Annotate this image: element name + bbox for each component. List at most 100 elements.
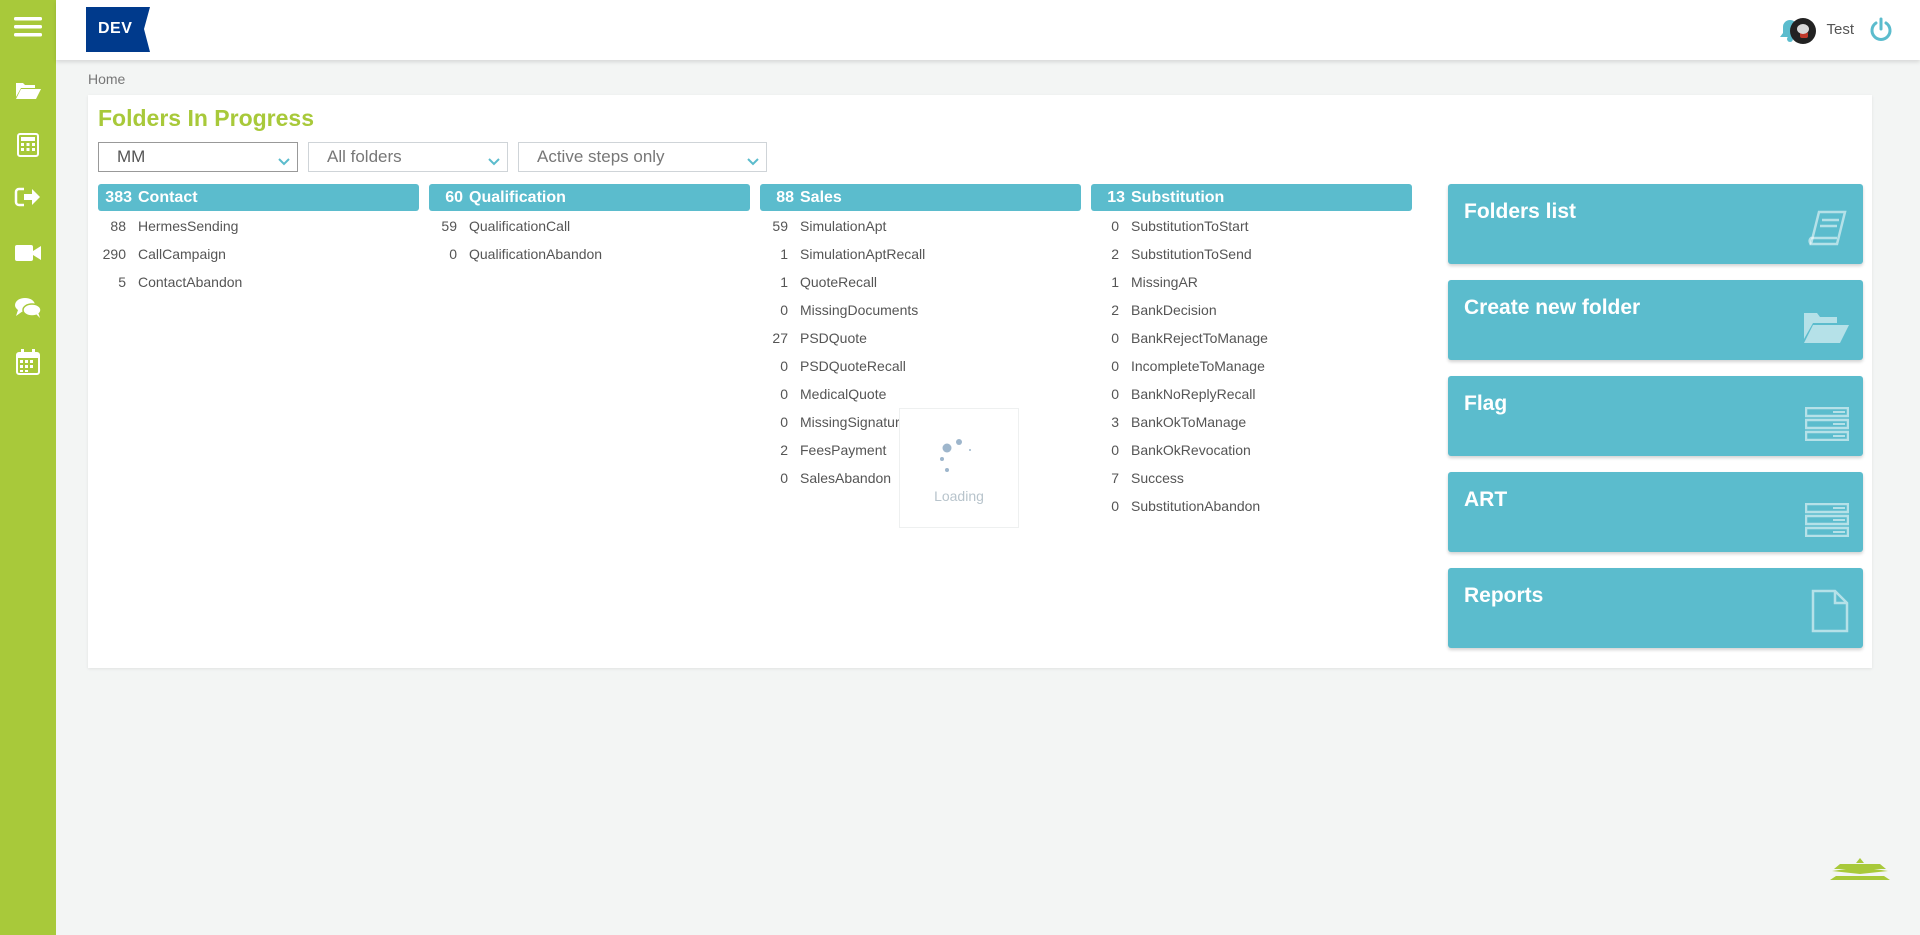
- step-row[interactable]: 27 PSDQuote: [760, 324, 1081, 352]
- agent-select[interactable]: MM: [98, 142, 298, 172]
- column-substitution: 13 Substitution 0 SubstitutionToStart 2 Su…: [1091, 184, 1412, 520]
- sign-out-icon[interactable]: [12, 181, 44, 213]
- step-count: 0: [780, 358, 788, 374]
- step-label: SalesAbandon: [800, 470, 892, 486]
- agent-select-value: MM: [117, 147, 146, 166]
- server-icon: [1804, 502, 1850, 542]
- step-label: BankDecision: [1131, 302, 1217, 318]
- step-count: 27: [772, 330, 788, 346]
- step-label: IncompleteToManage: [1131, 358, 1265, 374]
- tile-label: ART: [1464, 488, 1508, 511]
- step-row[interactable]: 2 BankDecision: [1091, 296, 1412, 324]
- step-count: 0: [780, 414, 788, 430]
- step-row[interactable]: 0 SubstitutionAbandon: [1091, 492, 1412, 520]
- column-header[interactable]: 60 Qualification: [429, 184, 750, 211]
- column-count: 383: [105, 188, 132, 206]
- column-header[interactable]: 13 Substitution: [1091, 184, 1412, 211]
- step-label: SubstitutionAbandon: [1131, 498, 1261, 514]
- step-row[interactable]: 0 BankRejectToManage: [1091, 324, 1412, 352]
- step-row[interactable]: 3 BankOkToManage: [1091, 408, 1412, 436]
- step-count: 0: [780, 386, 788, 402]
- step-label: FeesPayment: [800, 442, 887, 458]
- step-row[interactable]: 0 MissingDocuments: [760, 296, 1081, 324]
- step-count: 0: [449, 246, 457, 262]
- step-row[interactable]: 1 QuoteRecall: [760, 268, 1081, 296]
- video-camera-icon[interactable]: [12, 237, 44, 269]
- step-count: 1: [780, 246, 788, 262]
- step-row[interactable]: 0 QualificationAbandon: [429, 240, 750, 268]
- folders-select-value: All folders: [327, 147, 402, 166]
- step-label: PSDQuoteRecall: [800, 358, 906, 374]
- step-row[interactable]: 2 SubstitutionToSend: [1091, 240, 1412, 268]
- step-row[interactable]: 88 HermesSending: [98, 212, 419, 240]
- step-label: QuoteRecall: [800, 274, 878, 290]
- step-row[interactable]: 7 Success: [1091, 464, 1412, 492]
- column-header[interactable]: 88 Sales: [760, 184, 1081, 211]
- tile-label: Flag: [1464, 392, 1508, 415]
- step-count: 1: [780, 274, 788, 290]
- step-count: 0: [1111, 218, 1119, 234]
- user-area: Test: [1660, 0, 1920, 60]
- step-count: 0: [1111, 386, 1119, 402]
- chevron-down-icon: [277, 152, 291, 172]
- step-row[interactable]: 1 SimulationAptRecall: [760, 240, 1081, 268]
- step-row[interactable]: 0 MedicalQuote: [760, 380, 1081, 408]
- step-count: 0: [780, 302, 788, 318]
- calculator-icon[interactable]: [12, 129, 44, 161]
- breadcrumb-home[interactable]: Home: [88, 71, 125, 87]
- user-name[interactable]: Test: [1826, 21, 1854, 38]
- page-title: Folders In Progress: [98, 105, 315, 131]
- step-row[interactable]: 59 QualificationCall: [429, 212, 750, 240]
- step-row[interactable]: 5 ContactAbandon: [98, 268, 419, 296]
- step-label: Success: [1131, 470, 1184, 486]
- step-row[interactable]: 1 MissingAR: [1091, 268, 1412, 296]
- step-row[interactable]: 59 SimulationApt: [760, 212, 1081, 240]
- folder-open-icon[interactable]: [12, 74, 44, 106]
- breadcrumb: Home: [88, 71, 125, 87]
- step-label: CallCampaign: [138, 246, 226, 262]
- step-row[interactable]: 290 CallCampaign: [98, 240, 419, 268]
- step-label: BankNoReplyRecall: [1131, 386, 1256, 402]
- step-row[interactable]: 0 IncompleteToManage: [1091, 352, 1412, 380]
- loading-indicator: Loading: [899, 408, 1019, 528]
- step-row[interactable]: 0 BankNoReplyRecall: [1091, 380, 1412, 408]
- step-row[interactable]: 0 BankOkRevocation: [1091, 436, 1412, 464]
- step-label: ContactAbandon: [138, 274, 243, 290]
- power-icon[interactable]: [1868, 17, 1894, 48]
- server-icon: [1804, 406, 1850, 446]
- tile-label: Reports: [1464, 584, 1544, 607]
- step-count: 59: [441, 218, 457, 234]
- step-count: 2: [780, 442, 788, 458]
- art-button[interactable]: ART: [1448, 472, 1863, 552]
- step-label: BankOkRevocation: [1131, 442, 1251, 458]
- step-count: 0: [1111, 358, 1119, 374]
- avatar[interactable]: [1790, 18, 1816, 44]
- flag-button[interactable]: Flag: [1448, 376, 1863, 456]
- sidebar: [0, 0, 56, 935]
- step-count: 1: [1111, 274, 1119, 290]
- folder-open-icon: [1803, 309, 1849, 350]
- steps-select[interactable]: Active steps only: [518, 142, 767, 172]
- step-label: HermesSending: [138, 218, 239, 234]
- column-label: Contact: [138, 188, 198, 206]
- column-label: Substitution: [1131, 188, 1225, 206]
- calendar-icon[interactable]: [12, 346, 44, 378]
- step-label: BankOkToManage: [1131, 414, 1247, 430]
- column-header[interactable]: 383 Contact: [98, 184, 419, 211]
- column-qualification: 60 Qualification 59 QualificationCall 0 Qu…: [429, 184, 750, 268]
- step-label: SubstitutionToSend: [1131, 246, 1252, 262]
- top-bar: DEV Test: [56, 0, 1920, 60]
- step-label: PSDQuote: [800, 330, 867, 346]
- environment-badge[interactable]: DEV: [86, 7, 150, 52]
- comments-icon[interactable]: [12, 292, 44, 324]
- menu-icon[interactable]: [12, 11, 44, 43]
- reports-button[interactable]: Reports: [1448, 568, 1863, 648]
- step-count: 88: [110, 218, 126, 234]
- step-row[interactable]: 0 PSDQuoteRecall: [760, 352, 1081, 380]
- folders-list-button[interactable]: Folders list: [1448, 184, 1863, 264]
- create-new-folder-button[interactable]: Create new folder: [1448, 280, 1863, 360]
- step-row[interactable]: 0 SubstitutionToStart: [1091, 212, 1412, 240]
- folders-select[interactable]: All folders: [308, 142, 508, 172]
- document-icon: [1811, 589, 1849, 638]
- step-label: SimulationApt: [800, 218, 887, 234]
